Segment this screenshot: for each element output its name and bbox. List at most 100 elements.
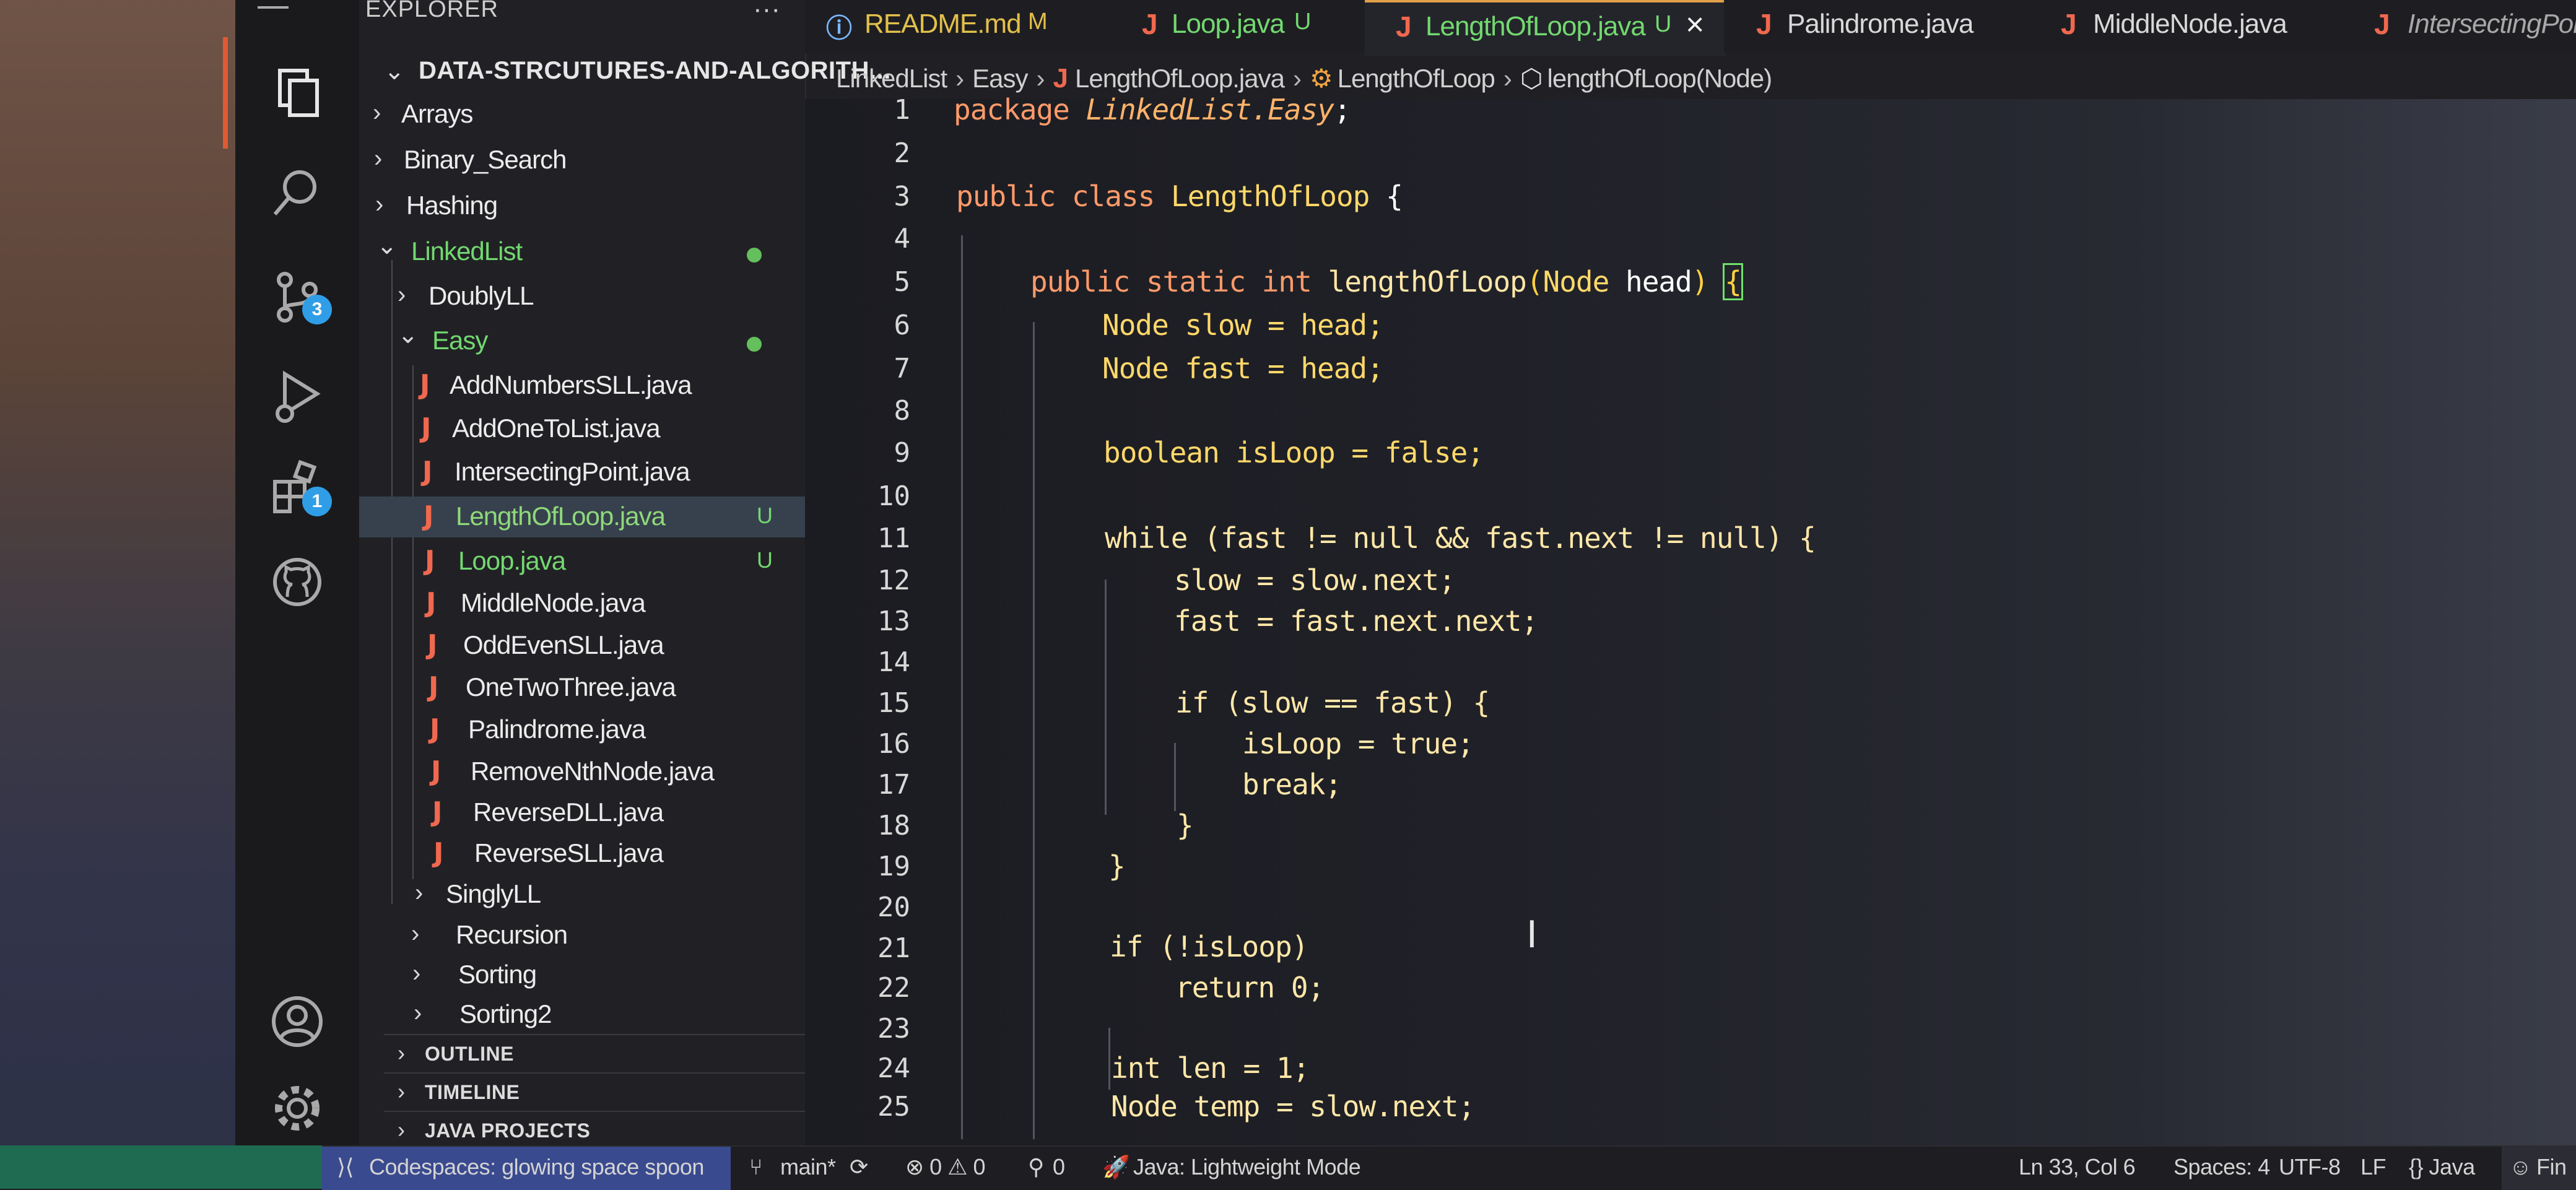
line-number: 8: [894, 395, 911, 427]
java-mode[interactable]: Java: Lightweight Mode: [1133, 1154, 1361, 1180]
tree-folder-binary-search[interactable]: › Binary_Search: [359, 140, 805, 182]
remote-icon: ⟩⟨: [337, 1154, 354, 1179]
explorer-icon[interactable]: [260, 56, 334, 130]
line-number: 17: [877, 769, 910, 801]
class-symbol-icon: ⚙: [1309, 64, 1333, 93]
tree-file-loop[interactable]: J Loop.java U: [359, 541, 805, 583]
encoding[interactable]: UTF-8: [2279, 1154, 2341, 1180]
sync-icon[interactable]: ⟳: [850, 1154, 868, 1180]
panel-outline[interactable]: › OUTLINE: [384, 1034, 805, 1074]
tree-folder-easy[interactable]: ⌄ Easy: [359, 321, 805, 363]
breadcrumb-item[interactable]: lengthOfLoop(Node): [1547, 64, 1773, 93]
tree-file-lengthofloop[interactable]: J LengthOfLoop.java U: [359, 497, 805, 537]
tree-file-addonetolist[interactable]: J AddOneToList.java: [359, 409, 805, 451]
indentation[interactable]: Spaces: 4: [2174, 1154, 2270, 1180]
breadcrumb-item[interactable]: LengthOfLoop.java: [1075, 64, 1285, 93]
code-line-11: while (fast != null && fast.next != null…: [1105, 521, 1816, 555]
indent-guide: [1108, 1028, 1110, 1090]
close-icon[interactable]: ×: [1686, 6, 1704, 43]
source-control-icon[interactable]: 3: [260, 260, 334, 334]
tree-label: AddNumbersSLL.java: [450, 370, 692, 399]
code-line-13: fast = fast.next.next;: [1174, 604, 1538, 638]
tree-file-palindrome[interactable]: J Palindrome.java: [359, 710, 805, 752]
tab-readme[interactable]: ⓘ README.md M: [805, 0, 1091, 53]
tree-folder-linkedlist[interactable]: ⌄ LinkedList: [359, 232, 805, 274]
tree-label: RemoveNthNode.java: [471, 757, 715, 786]
breadcrumb-item[interactable]: LengthOfLoop: [1338, 64, 1495, 93]
tree-folder-singlyll[interactable]: › SinglyLL: [359, 874, 805, 916]
tree-file-onetwothree[interactable]: J OneTwoThree.java: [359, 667, 805, 710]
tab-lengthofloop[interactable]: J LengthOfLoop.java U ×: [1365, 0, 1725, 56]
code-token: public class: [956, 180, 1172, 213]
line-number: 18: [877, 810, 910, 841]
tab-palindrome[interactable]: J Palindrome.java: [1724, 0, 2026, 53]
line-number: 10: [877, 480, 910, 512]
untracked-mark: U: [757, 503, 773, 528]
java-file-icon: J: [430, 713, 440, 745]
tree-file-reversedll[interactable]: J ReverseDLL.java: [359, 793, 805, 835]
end-of-line[interactable]: LF: [2361, 1154, 2387, 1180]
line-number: 9: [894, 437, 911, 469]
editor-tabs: ⓘ README.md M J Loop.java U J LengthOfLo…: [805, 0, 2576, 56]
tree-label: AddOneToList.java: [452, 414, 661, 443]
tree-file-middlenode[interactable]: J MiddleNode.java: [359, 583, 805, 625]
tab-middlenode[interactable]: J MiddleNode.java: [2025, 0, 2336, 53]
indent-guide: [1174, 743, 1176, 811]
branch-name[interactable]: main*: [780, 1154, 836, 1180]
line-number: 11: [877, 523, 910, 554]
panel-timeline[interactable]: › TIMELINE: [384, 1072, 805, 1112]
remote-indicator[interactable]: ⟩⟨ Codespaces: glowing space spoon: [322, 1147, 731, 1190]
tree-file-reversesll[interactable]: J ReverseSLL.java: [359, 833, 805, 875]
tree-file-removenthnode[interactable]: J RemoveNthNode.java: [359, 752, 805, 794]
github-icon[interactable]: [260, 545, 334, 619]
tree-folder-recursion[interactable]: › Recursion: [359, 915, 805, 957]
more-actions-icon[interactable]: ···: [753, 0, 780, 25]
feedback-button[interactable]: ☺ Fin: [2502, 1147, 2576, 1190]
problems-count[interactable]: ⊗ 0 ⚠ 0: [905, 1154, 986, 1180]
panel-java-projects[interactable]: › JAVA PROJECTS: [384, 1111, 805, 1147]
tree-folder-sorting[interactable]: › Sorting: [359, 955, 805, 997]
run-debug-icon[interactable]: [260, 359, 334, 433]
tree-folder-sorting2[interactable]: › Sorting2: [359, 994, 805, 1036]
tree-file-oddevensll[interactable]: J OddEvenSLL.java: [359, 625, 805, 667]
code-editor[interactable]: 1 2 3 4 5 6 7 8 9 10 11 12 13 14 15 16 1…: [805, 93, 2576, 1145]
java-file-icon: J: [429, 671, 439, 703]
ports-count[interactable]: 0: [1053, 1154, 1065, 1180]
tree-label: Palindrome.java: [468, 714, 646, 744]
tab-loop[interactable]: J Loop.java U: [1090, 0, 1366, 53]
tree-folder-arrays[interactable]: › Arrays: [359, 94, 805, 136]
tree-label: OddEvenSLL.java: [463, 630, 664, 659]
account-icon[interactable]: [260, 984, 334, 1059]
code-line-21: if (!isLoop): [1110, 930, 1308, 963]
tab-intersectingpoint[interactable]: J IntersectingPoi: [2334, 0, 2576, 53]
chevron-right-icon: ›: [373, 99, 381, 126]
extensions-icon[interactable]: 1: [260, 452, 334, 526]
breadcrumb-item[interactable]: Easy: [972, 64, 1028, 93]
code-line-3: public class LengthOfLoop {: [956, 180, 1403, 213]
code-token: ): [1691, 265, 1725, 298]
tree-folder-hashing[interactable]: › Hashing: [359, 186, 805, 228]
line-number: 22: [877, 972, 910, 1004]
settings-gear-icon[interactable]: [260, 1071, 334, 1145]
menu-icon[interactable]: [258, 0, 289, 9]
chevron-right-icon: ›: [398, 281, 406, 308]
line-number: 13: [877, 606, 910, 637]
line-number: 1: [894, 94, 911, 126]
chevron-right-icon: ›: [411, 920, 420, 947]
cursor-position[interactable]: Ln 33, Col 6: [2019, 1154, 2136, 1180]
search-icon[interactable]: [260, 155, 334, 229]
code-line-18: }: [1177, 809, 1194, 842]
codespace-name: Codespaces: glowing space spoon: [369, 1154, 704, 1179]
java-file-icon: J: [426, 587, 437, 619]
tree-file-addnumberssll[interactable]: J AddNumbersSLL.java: [359, 365, 805, 407]
tree-file-intersectingpoint[interactable]: J IntersectingPoint.java: [359, 452, 805, 494]
code-token: package: [954, 93, 1086, 126]
code-line-22: return 0;: [1175, 971, 1325, 1004]
language-mode[interactable]: {} Java: [2409, 1154, 2475, 1180]
tree-label: LengthOfLoop.java: [456, 502, 666, 531]
breadcrumb-item[interactable]: LinkedList: [836, 64, 947, 93]
repo-root[interactable]: ⌄ DATA-STRCUTURES-AND-ALGORITH...: [359, 53, 890, 90]
code-token: (: [1526, 265, 1544, 298]
tree-folder-doublyll[interactable]: › DoublyLL: [359, 276, 805, 318]
chevron-right-icon: ›: [1503, 63, 1512, 93]
